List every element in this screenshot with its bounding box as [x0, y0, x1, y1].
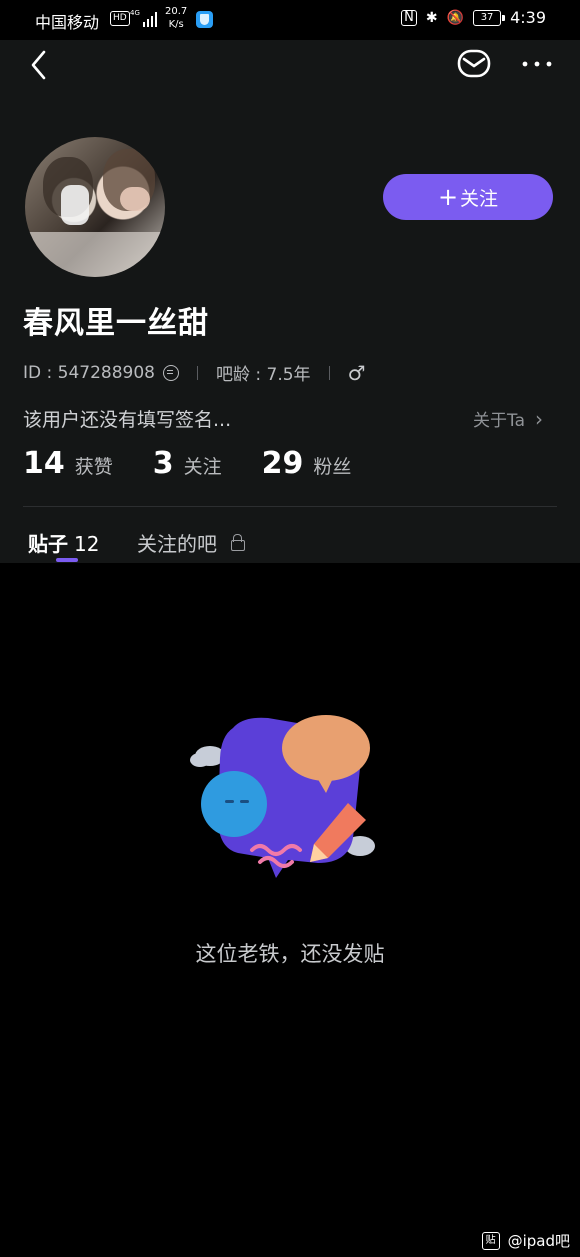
mail-icon: [457, 49, 491, 78]
username: 春风里一丝甜: [23, 306, 209, 341]
nfc-icon: N: [401, 9, 417, 26]
follow-button[interactable]: + 关注: [383, 174, 553, 220]
tieba-logo-icon: 贴: [481, 1231, 500, 1250]
follow-button-label: 关注: [460, 187, 499, 210]
user-id: ID : 547288908: [23, 362, 155, 383]
avatar[interactable]: [25, 137, 165, 277]
divider: [196, 365, 198, 380]
stat-following[interactable]: 3 关注: [153, 446, 222, 481]
stat-fans-number: 29: [261, 446, 304, 481]
section-divider: [23, 506, 557, 507]
stats-row: 14 获赞 3 关注 29 粉丝: [23, 446, 391, 481]
about-link[interactable]: 关于Ta ›: [473, 406, 543, 432]
chevron-right-icon: ›: [535, 406, 543, 431]
stat-likes-label: 获赞: [74, 456, 113, 478]
watermark-text: @ipad吧: [507, 1232, 570, 1250]
message-button[interactable]: [455, 46, 493, 82]
network-speed-value: 20.7: [165, 6, 188, 17]
bar-age: 吧龄 : 7.5年: [215, 365, 311, 385]
hd-icon: HD: [110, 11, 130, 26]
empty-posts-illustration: [190, 715, 375, 878]
about-label: 关于Ta: [473, 411, 525, 431]
network-type: 4G: [130, 9, 140, 17]
network-speed: 20.7 K/s: [165, 5, 187, 31]
stat-fans-label: 粉丝: [313, 456, 352, 478]
lock-icon: [231, 534, 245, 551]
tab-posts[interactable]: 贴子 12: [28, 528, 99, 557]
carrier-label: 中国移动: [35, 13, 100, 32]
signal-icon: [143, 11, 159, 27]
stat-likes-number: 14: [23, 446, 65, 481]
empty-state-text: 这位老铁，还没发贴: [195, 942, 385, 966]
watermark: 贴 @ipad吧: [481, 1230, 570, 1251]
tab-followed-bars[interactable]: 关注的吧: [137, 528, 245, 557]
tab-followed-bars-label: 关注的吧: [137, 532, 217, 556]
status-right: N ✱ 🔕 37 4:39: [401, 8, 546, 27]
bio-text: 该用户还没有填写签名...: [23, 409, 232, 431]
back-arrow-icon: [31, 50, 46, 80]
back-button[interactable]: [24, 46, 58, 86]
copy-id-icon[interactable]: [162, 364, 179, 381]
more-dots-icon: [522, 61, 552, 67]
bluetooth-icon: ✱: [425, 9, 438, 26]
clock: 4:39: [510, 8, 546, 27]
divider: [328, 365, 330, 380]
shield-icon: [196, 11, 213, 28]
profile-meta: ID : 547288908 吧龄 : 7.5年 ♂: [23, 360, 366, 386]
mute-bell-icon: 🔕: [446, 9, 465, 26]
tab-posts-count: 12: [74, 532, 100, 556]
plus-icon: +: [437, 183, 459, 211]
stat-following-label: 关注: [183, 456, 222, 478]
status-bar: 中国移动 HD 4G 20.7 K/s N ✱ 🔕 37 4:39: [0, 0, 580, 40]
stat-likes: 14 获赞: [23, 446, 113, 481]
stat-fans[interactable]: 29 粉丝: [262, 446, 352, 481]
male-gender-icon: ♂: [347, 360, 366, 385]
tab-indicator: [56, 558, 78, 562]
tab-posts-label: 贴子: [28, 532, 68, 556]
more-options-button[interactable]: [518, 50, 556, 78]
stat-following-number: 3: [152, 446, 174, 481]
battery-icon: 37: [473, 9, 506, 26]
network-speed-unit: K/s: [168, 19, 184, 30]
